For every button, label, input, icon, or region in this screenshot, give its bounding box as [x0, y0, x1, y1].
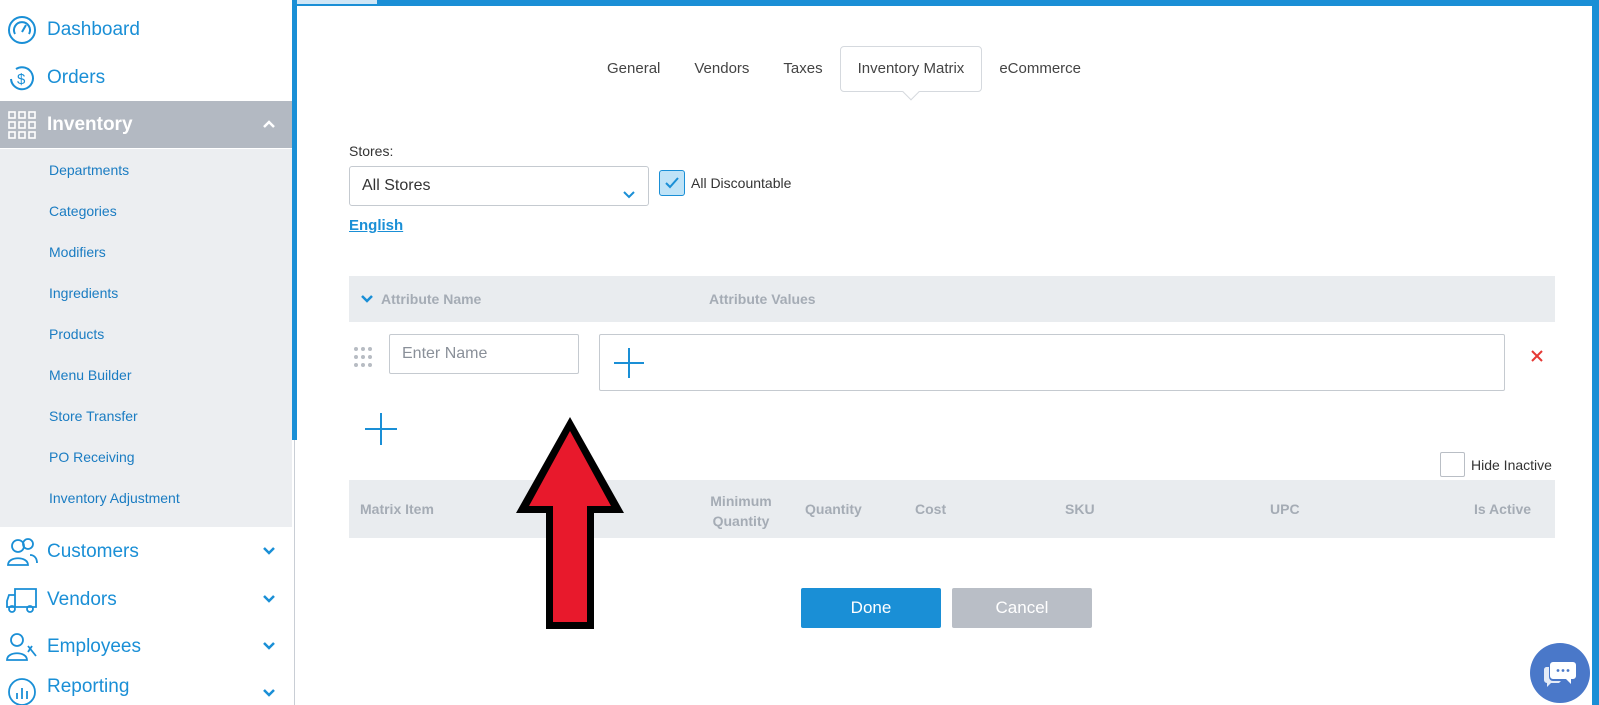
- matrix-header-minimum-quantity: Minimum Quantity: [710, 493, 772, 529]
- matrix-header-quantity: Quantity: [805, 501, 862, 517]
- chevron-down-icon: [262, 637, 276, 659]
- tab-label: Taxes: [783, 60, 823, 77]
- chevron-down-icon: [262, 590, 276, 612]
- plus-icon: [614, 348, 644, 378]
- checkmark-icon: [665, 177, 679, 189]
- chevron-up-icon: [262, 115, 276, 137]
- active-tab-notch: [902, 83, 920, 101]
- chat-widget-button[interactable]: [1530, 643, 1590, 703]
- frame-top-tab: [297, 0, 377, 4]
- submenu-item-store-transfer[interactable]: Store Transfer: [49, 408, 138, 424]
- sidebar-item-label: Orders: [47, 66, 106, 88]
- language-link-english[interactable]: English: [349, 217, 403, 234]
- sidebar-item-vendors[interactable]: Vendors: [0, 576, 292, 623]
- attribute-values-header: Attribute Values: [709, 291, 816, 307]
- remove-attribute-button[interactable]: [1527, 346, 1547, 366]
- drag-handle-icon[interactable]: [353, 346, 373, 368]
- stores-label: Stores:: [349, 143, 394, 159]
- hide-inactive-label: Hide Inactive: [1471, 457, 1552, 473]
- sidebar-item-dashboard[interactable]: Dashboard: [0, 6, 292, 53]
- submenu-item-po-receiving[interactable]: PO Receiving: [49, 449, 135, 465]
- plus-icon: [365, 413, 397, 445]
- tab-inventory-matrix[interactable]: Inventory Matrix: [839, 46, 983, 101]
- submenu-item-categories[interactable]: Categories: [49, 203, 117, 219]
- matrix-header-is-active: Is Active: [1474, 501, 1532, 517]
- tab-label: eCommerce: [999, 60, 1081, 77]
- sidebar-item-orders[interactable]: $ Orders: [0, 54, 292, 101]
- employees-icon: [6, 631, 38, 663]
- matrix-header-upc: UPC: [1270, 501, 1300, 517]
- close-icon: [1531, 350, 1543, 362]
- dashboard-gauge-icon: [6, 14, 38, 46]
- submenu-item-inventory-adjustment[interactable]: Inventory Adjustment: [49, 490, 180, 506]
- tab-general[interactable]: General: [590, 46, 677, 92]
- svg-text:$: $: [17, 71, 26, 88]
- submenu-item-modifiers[interactable]: Modifiers: [49, 244, 106, 260]
- sidebar: Dashboard $ Orders Inventory Departments…: [0, 0, 292, 705]
- submenu-item-menu-builder[interactable]: Menu Builder: [49, 367, 132, 383]
- inventory-grid-icon: [6, 109, 38, 141]
- inventory-submenu: Departments Categories Modifiers Ingredi…: [0, 149, 292, 527]
- chat-bubble-icon: [1543, 662, 1576, 687]
- sidebar-item-label: Customers: [47, 540, 139, 562]
- sidebar-item-reporting[interactable]: Reporting: [0, 670, 292, 705]
- submenu-item-departments[interactable]: Departments: [49, 162, 129, 178]
- tab-label: Inventory Matrix: [857, 60, 965, 77]
- sidebar-item-label: Vendors: [47, 588, 117, 610]
- sidebar-item-label: Employees: [47, 635, 141, 657]
- chevron-down-icon: [262, 684, 276, 705]
- vendors-truck-icon: [6, 584, 38, 616]
- done-button[interactable]: Done: [801, 588, 941, 628]
- attribute-name-header: Attribute Name: [381, 291, 482, 307]
- sidebar-item-inventory[interactable]: Inventory: [0, 101, 292, 148]
- attribute-name-input[interactable]: [389, 334, 579, 374]
- reporting-chart-icon: [6, 676, 38, 705]
- stores-selected-value: All Stores: [362, 177, 431, 194]
- submenu-item-products[interactable]: Products: [49, 326, 104, 342]
- submenu-item-ingredients[interactable]: Ingredients: [49, 285, 118, 301]
- tab-taxes[interactable]: Taxes: [766, 46, 839, 92]
- frame-right-border: [1592, 0, 1599, 705]
- matrix-header-cost: Cost: [915, 501, 947, 517]
- sidebar-item-employees[interactable]: Employees: [0, 623, 292, 670]
- chevron-down-icon: [622, 179, 636, 217]
- chevron-down-icon: [262, 542, 276, 564]
- hide-inactive-checkbox[interactable]: [1440, 452, 1465, 477]
- attribute-table-header: Attribute Name Attribute Values: [349, 276, 1555, 322]
- orders-dollar-icon: $: [6, 62, 38, 94]
- tab-ecommerce[interactable]: eCommerce: [982, 46, 1098, 92]
- tab-label: General: [607, 60, 661, 77]
- add-attribute-button[interactable]: [363, 411, 399, 447]
- sidebar-scroll-track: [294, 440, 295, 705]
- sidebar-item-label: Dashboard: [47, 18, 140, 40]
- matrix-header-sku: SKU: [1065, 501, 1095, 517]
- product-tabs: General Vendors Taxes Inventory Matrix e…: [590, 46, 1098, 101]
- sidebar-item-customers[interactable]: Customers: [0, 528, 292, 575]
- customers-people-icon: [6, 536, 38, 568]
- cancel-button[interactable]: Cancel: [952, 588, 1092, 628]
- tab-vendors[interactable]: Vendors: [677, 46, 766, 92]
- collapse-chevron-icon[interactable]: [360, 292, 374, 311]
- tab-label: Vendors: [694, 60, 750, 77]
- attribute-values-field[interactable]: [599, 334, 1505, 391]
- all-discountable-label: All Discountable: [691, 175, 792, 191]
- stores-select[interactable]: All Stores: [349, 166, 649, 206]
- sidebar-item-label: Reporting: [47, 676, 130, 697]
- frame-top-border: [297, 0, 1599, 6]
- annotation-arrow-up-icon: [516, 417, 624, 629]
- matrix-header-matrix-item: Matrix Item: [360, 501, 434, 517]
- add-attribute-value-button[interactable]: [612, 346, 646, 380]
- all-discountable-checkbox[interactable]: [659, 170, 685, 196]
- sidebar-scrollbar[interactable]: [292, 0, 297, 440]
- sidebar-item-label: Inventory: [47, 113, 133, 135]
